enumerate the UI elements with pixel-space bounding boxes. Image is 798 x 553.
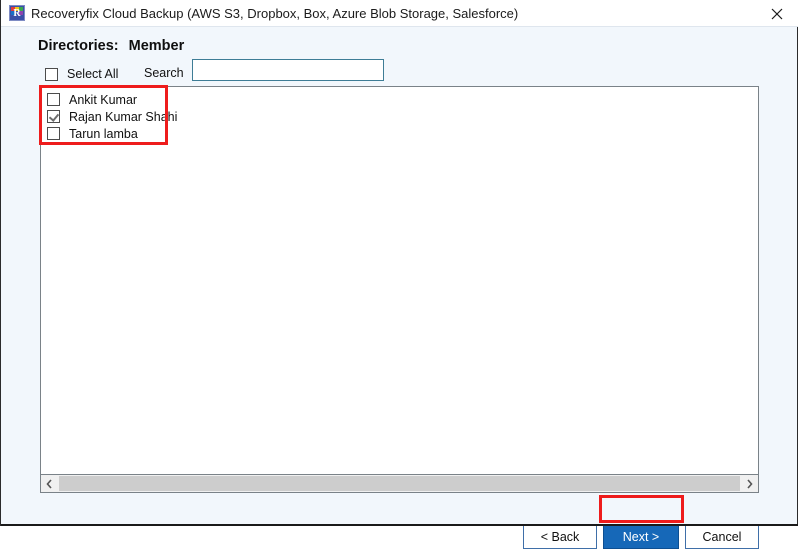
close-icon — [771, 8, 783, 20]
dialog-window: R Recoveryfix Cloud Backup (AWS S3, Drop… — [0, 0, 798, 549]
horizontal-scrollbar[interactable] — [40, 474, 759, 493]
chevron-right-icon — [747, 479, 753, 489]
next-button[interactable]: Next > — [603, 525, 679, 549]
app-icon-letter: R — [13, 8, 21, 19]
list-item-label: Tarun lamba — [69, 126, 138, 141]
cancel-button[interactable]: Cancel — [685, 525, 759, 549]
select-all-row[interactable]: Select All — [45, 65, 118, 83]
dialog-body: Directories: Member Select All Search An… — [1, 27, 797, 549]
directories-list-panel[interactable]: Ankit Kumar Rajan Kumar Shahi Tarun lamba — [40, 86, 759, 474]
window-title: Recoveryfix Cloud Backup (AWS S3, Dropbo… — [31, 6, 519, 21]
scroll-thumb[interactable] — [59, 476, 740, 491]
close-button[interactable] — [755, 0, 798, 26]
page-title: Directories: Member — [38, 38, 184, 54]
list-item-checkbox[interactable] — [47, 127, 60, 140]
select-all-label: Select All — [67, 67, 119, 81]
back-button[interactable]: < Back — [523, 525, 597, 549]
title-bar: R Recoveryfix Cloud Backup (AWS S3, Drop… — [1, 0, 798, 27]
page-title-label: Directories: — [38, 38, 119, 54]
chevron-left-icon — [46, 479, 52, 489]
scroll-left-button[interactable] — [41, 475, 58, 492]
search-input[interactable] — [192, 59, 384, 81]
list-item-checkbox[interactable] — [47, 93, 60, 106]
scroll-track[interactable] — [58, 475, 741, 492]
app-icon: R — [9, 5, 25, 21]
page-title-value: Member — [128, 38, 185, 54]
list-item[interactable]: Tarun lamba — [47, 125, 758, 142]
list-item-checkbox[interactable] — [47, 110, 60, 123]
directories-list: Ankit Kumar Rajan Kumar Shahi Tarun lamba — [47, 91, 758, 142]
list-item-label: Ankit Kumar — [69, 92, 138, 107]
list-item[interactable]: Rajan Kumar Shahi — [47, 108, 758, 125]
search-label: Search — [144, 66, 184, 80]
scroll-right-button[interactable] — [741, 475, 758, 492]
list-item-label: Rajan Kumar Shahi — [69, 109, 178, 124]
list-item[interactable]: Ankit Kumar — [47, 91, 758, 108]
select-all-checkbox[interactable] — [45, 67, 58, 81]
